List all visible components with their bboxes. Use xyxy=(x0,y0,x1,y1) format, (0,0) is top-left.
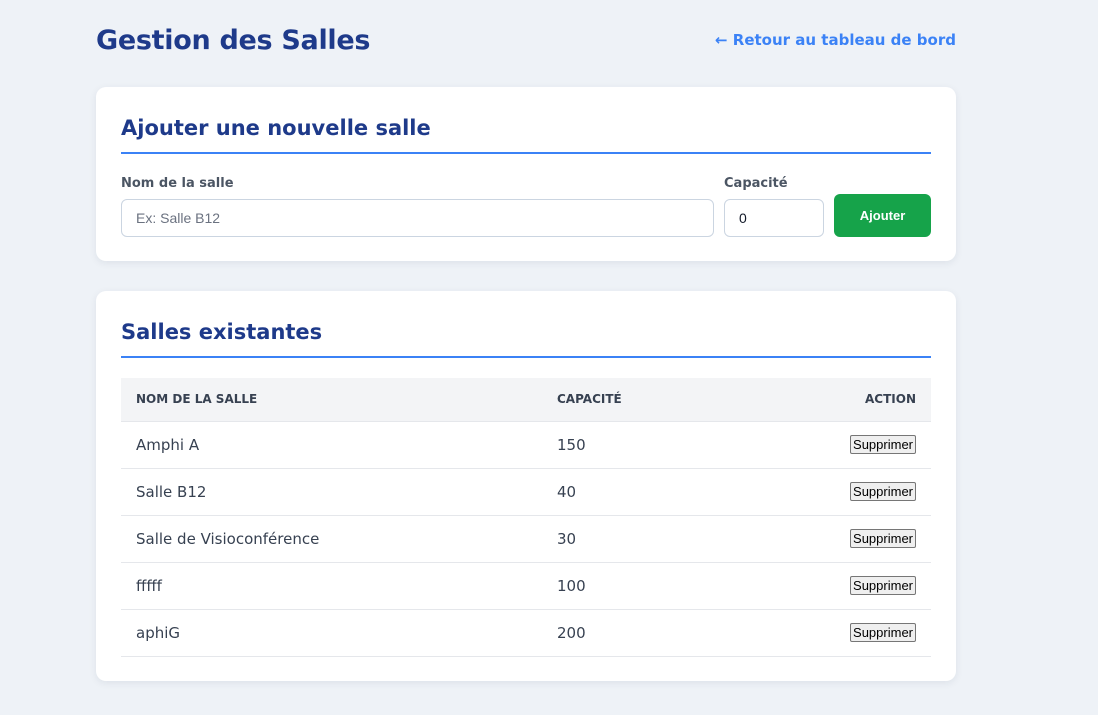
room-action-cell: Supprimer xyxy=(742,609,931,657)
page-title: Gestion des Salles xyxy=(96,24,371,56)
room-name-cell: Salle B12 xyxy=(121,468,542,516)
add-room-card: Ajouter une nouvelle salle Nom de la sal… xyxy=(96,87,956,261)
column-header-capacity: Capacité xyxy=(542,378,742,422)
room-name-input[interactable] xyxy=(121,199,714,237)
room-name-cell: aphiG xyxy=(121,609,542,657)
add-room-form: Nom de la salle Capacité Ajouter xyxy=(121,176,931,237)
room-action-cell: Supprimer xyxy=(742,468,931,516)
add-room-button[interactable]: Ajouter xyxy=(834,194,931,237)
rooms-table: Nom de la salle Capacité Action Amphi A … xyxy=(121,378,931,657)
table-row: Salle B12 40 Supprimer xyxy=(121,468,931,516)
delete-room-button[interactable]: Supprimer xyxy=(850,435,916,454)
room-capacity-cell: 100 xyxy=(542,562,742,610)
delete-room-button[interactable]: Supprimer xyxy=(850,576,916,595)
table-row: Salle de Visioconférence 30 Supprimer xyxy=(121,515,931,563)
room-name-field: Nom de la salle xyxy=(121,176,714,237)
column-header-action: Action xyxy=(742,378,931,422)
capacity-input[interactable] xyxy=(724,199,824,237)
room-capacity-cell: 30 xyxy=(542,515,742,563)
delete-room-button[interactable]: Supprimer xyxy=(850,623,916,642)
delete-room-button[interactable]: Supprimer xyxy=(850,529,916,548)
add-room-title: Ajouter une nouvelle salle xyxy=(121,87,931,154)
table-row: fffff 100 Supprimer xyxy=(121,562,931,610)
table-row: Amphi A 150 Supprimer xyxy=(121,421,931,469)
rooms-list-title: Salles existantes xyxy=(121,291,931,358)
room-capacity-cell: 200 xyxy=(542,609,742,657)
room-action-cell: Supprimer xyxy=(742,562,931,610)
column-header-name: Nom de la salle xyxy=(121,378,542,422)
room-name-cell: Salle de Visioconférence xyxy=(121,515,542,563)
rooms-list-card: Salles existantes Nom de la salle Capaci… xyxy=(96,291,956,681)
page: Gestion des Salles ← Retour au tableau d… xyxy=(96,0,956,681)
room-name-label: Nom de la salle xyxy=(121,176,234,191)
room-action-cell: Supprimer xyxy=(742,421,931,469)
room-capacity-cell: 150 xyxy=(542,421,742,469)
capacity-label: Capacité xyxy=(724,176,788,191)
room-action-cell: Supprimer xyxy=(742,515,931,563)
room-name-cell: Amphi A xyxy=(121,421,542,469)
delete-room-button[interactable]: Supprimer xyxy=(850,482,916,501)
room-name-cell: fffff xyxy=(121,562,542,610)
room-capacity-cell: 40 xyxy=(542,468,742,516)
back-to-dashboard-link[interactable]: ← Retour au tableau de bord xyxy=(715,31,956,49)
table-header-row: Nom de la salle Capacité Action xyxy=(121,378,931,422)
capacity-field: Capacité xyxy=(724,176,824,237)
page-header: Gestion des Salles ← Retour au tableau d… xyxy=(96,0,956,80)
table-row: aphiG 200 Supprimer xyxy=(121,609,931,657)
